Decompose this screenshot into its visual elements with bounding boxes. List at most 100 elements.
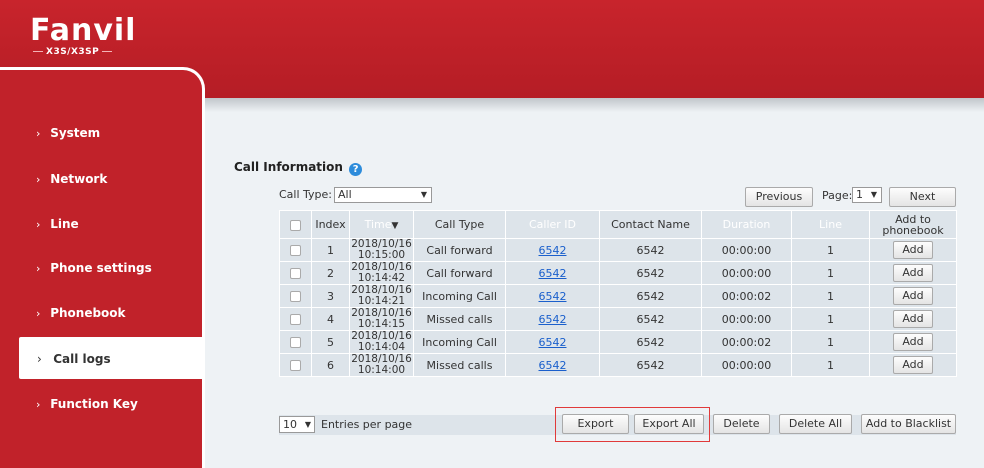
row-index: 2 <box>311 261 350 285</box>
row-call-type: Call forward <box>413 261 506 285</box>
row-clock: 10:14:15 <box>357 318 406 330</box>
caller-id-link[interactable]: 6542 <box>539 313 567 326</box>
row-duration: 00:00:00 <box>701 353 792 377</box>
row-contact-name: 6542 <box>599 307 702 331</box>
caller-id-link[interactable]: 6542 <box>539 290 567 303</box>
row-index: 6 <box>311 353 350 377</box>
chevron-right-icon: › <box>36 218 41 231</box>
col-contact-name[interactable]: Contact Name <box>599 210 702 239</box>
row-add-cell: Add <box>869 284 957 308</box>
table-row: 4 2018/10/16 10:14:15 Missed calls 6542 6542 0… <box>279 307 957 331</box>
row-select-cell <box>279 330 312 354</box>
sidebar-item-function-key[interactable]: › Function Key <box>36 397 138 411</box>
call-type-select[interactable]: All ▼ <box>334 187 432 203</box>
add-to-phonebook-button[interactable]: Add <box>893 287 933 305</box>
col-add-to-phonebook: Add to phonebook <box>869 210 957 239</box>
row-clock: 10:14:00 <box>357 364 406 376</box>
header-shadow <box>205 98 984 112</box>
row-duration: 00:00:00 <box>701 261 792 285</box>
dropdown-arrow-icon: ▼ <box>304 420 311 429</box>
delete-button[interactable]: Delete <box>713 414 770 434</box>
sidebar-item-phone-settings[interactable]: › Phone settings <box>36 261 152 275</box>
select-all-cell <box>279 210 312 239</box>
col-caller-id[interactable]: Caller ID <box>505 210 600 239</box>
chevron-right-icon: › <box>36 173 41 186</box>
table-row: 3 2018/10/16 10:14:21 Incoming Call 6542 6542… <box>279 284 957 308</box>
select-all-checkbox[interactable] <box>290 219 301 231</box>
next-button[interactable]: Next <box>889 187 956 207</box>
row-call-type: Incoming Call <box>413 284 506 308</box>
sidebar-item-phonebook[interactable]: › Phonebook <box>36 306 126 320</box>
row-select-cell <box>279 307 312 331</box>
row-contact-name: 6542 <box>599 238 702 262</box>
caller-id-link[interactable]: 6542 <box>539 359 567 372</box>
page-select[interactable]: 1 ▼ <box>852 187 882 203</box>
row-duration: 00:00:02 <box>701 284 792 308</box>
fanvil-logo: Fanvil X3S/X3SP <box>30 16 135 58</box>
per-page-select[interactable]: 10 ▼ <box>279 416 315 433</box>
row-select-cell <box>279 238 312 262</box>
caller-id-link[interactable]: 6542 <box>539 244 567 257</box>
row-caller-id-cell: 6542 <box>505 238 600 262</box>
logo-wordmark: Fanvil <box>30 13 137 48</box>
col-index[interactable]: Index <box>311 210 350 239</box>
row-select-cell <box>279 261 312 285</box>
chevron-right-icon: › <box>36 262 41 275</box>
row-time: 2018/10/16 10:14:15 <box>349 307 414 331</box>
table-row: 2 2018/10/16 10:14:42 Call forward 6542 6542 0… <box>279 261 957 285</box>
row-index: 1 <box>311 238 350 262</box>
row-call-type: Missed calls <box>413 307 506 331</box>
col-line[interactable]: Line <box>791 210 870 239</box>
section-title: Call Information ? <box>234 160 363 176</box>
row-checkbox[interactable] <box>290 267 301 279</box>
page-label: Page: <box>822 189 853 202</box>
table-row: 1 2018/10/16 10:15:00 Call forward 6542 6542 0… <box>279 238 957 262</box>
row-index: 5 <box>311 330 350 354</box>
per-page-label: Entries per page <box>321 418 413 431</box>
row-line: 1 <box>791 330 870 354</box>
row-checkbox[interactable] <box>290 359 301 371</box>
chevron-right-icon: › <box>37 352 42 366</box>
row-time: 2018/10/16 10:14:00 <box>349 353 414 377</box>
previous-button[interactable]: Previous <box>745 187 813 207</box>
sidebar-item-network[interactable]: › Network <box>36 172 107 186</box>
col-call-type[interactable]: Call Type <box>413 210 506 239</box>
add-to-phonebook-button[interactable]: Add <box>893 356 933 374</box>
row-time: 2018/10/16 10:14:21 <box>349 284 414 308</box>
row-checkbox[interactable] <box>290 313 301 325</box>
row-select-cell <box>279 353 312 377</box>
sidebar-item-system[interactable]: › System <box>36 126 100 140</box>
add-to-phonebook-button[interactable]: Add <box>893 333 933 351</box>
row-checkbox[interactable] <box>290 290 301 302</box>
add-to-blacklist-button[interactable]: Add to Blacklist <box>861 414 956 434</box>
row-caller-id-cell: 6542 <box>505 353 600 377</box>
row-select-cell <box>279 284 312 308</box>
add-to-phonebook-button[interactable]: Add <box>893 241 933 259</box>
row-checkbox[interactable] <box>290 336 301 348</box>
row-line: 1 <box>791 284 870 308</box>
row-line: 1 <box>791 238 870 262</box>
sidebar-item-call-logs-label[interactable]: › Call logs <box>37 352 111 366</box>
device-model: X3S/X3SP <box>30 47 115 57</box>
row-time: 2018/10/16 10:14:42 <box>349 261 414 285</box>
add-to-phonebook-button[interactable]: Add <box>893 310 933 328</box>
row-add-cell: Add <box>869 261 957 285</box>
dropdown-arrow-icon: ▼ <box>870 190 877 199</box>
col-duration[interactable]: Duration <box>701 210 792 239</box>
caller-id-link[interactable]: 6542 <box>539 267 567 280</box>
row-time: 2018/10/16 10:14:04 <box>349 330 414 354</box>
row-index: 4 <box>311 307 350 331</box>
row-call-type: Missed calls <box>413 353 506 377</box>
row-clock: 10:14:42 <box>357 272 406 284</box>
sidebar-item-line[interactable]: › Line <box>36 217 79 231</box>
row-checkbox[interactable] <box>290 244 301 256</box>
chevron-right-icon: › <box>36 398 41 411</box>
row-contact-name: 6542 <box>599 284 702 308</box>
question-circle-icon[interactable]: ? <box>349 163 363 176</box>
row-clock: 10:14:04 <box>357 341 406 353</box>
delete-all-button[interactable]: Delete All <box>779 414 852 434</box>
add-to-phonebook-button[interactable]: Add <box>893 264 933 282</box>
highlight-box <box>555 407 710 442</box>
caller-id-link[interactable]: 6542 <box>539 336 567 349</box>
col-time[interactable]: Time▼ <box>349 210 414 239</box>
